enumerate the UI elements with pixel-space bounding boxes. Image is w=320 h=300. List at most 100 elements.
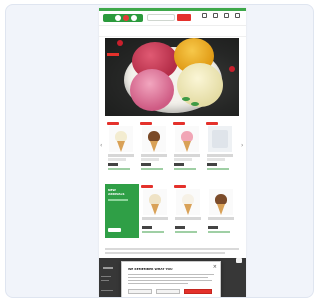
product-card[interactable] bbox=[140, 121, 168, 177]
product-image bbox=[208, 126, 232, 152]
search-button[interactable] bbox=[177, 14, 191, 21]
mint-leaf bbox=[182, 97, 190, 101]
promo-button[interactable] bbox=[108, 228, 121, 232]
product-title[interactable] bbox=[141, 154, 167, 157]
hero-banner[interactable] bbox=[105, 38, 239, 116]
product-title[interactable] bbox=[174, 154, 200, 157]
info-line bbox=[105, 248, 239, 250]
user-glyph bbox=[212, 13, 218, 18]
product-title[interactable] bbox=[207, 154, 233, 157]
close-icon[interactable]: × bbox=[213, 264, 217, 270]
product-image bbox=[143, 189, 167, 215]
footer-link[interactable] bbox=[101, 276, 111, 277]
promo-banner[interactable]: NEW ARRIVALS bbox=[105, 184, 139, 238]
cone-shape bbox=[117, 141, 125, 152]
modal-text-line bbox=[128, 283, 188, 284]
product-title-line bbox=[174, 158, 192, 161]
sale-badge bbox=[206, 122, 218, 125]
sale-badge bbox=[173, 122, 185, 125]
product-meta bbox=[142, 231, 164, 233]
footer-link[interactable] bbox=[101, 290, 113, 291]
cone-shape bbox=[184, 204, 192, 215]
cart-icon[interactable] bbox=[233, 13, 241, 22]
cone-shape bbox=[150, 141, 158, 152]
product-meta bbox=[174, 168, 196, 170]
cone-shape bbox=[151, 204, 159, 215]
product-title[interactable] bbox=[142, 217, 168, 220]
product-card[interactable] bbox=[107, 121, 135, 177]
info-line bbox=[105, 252, 225, 254]
modal-text-line bbox=[128, 274, 214, 275]
product-meta bbox=[207, 168, 229, 170]
cart-glyph bbox=[234, 13, 240, 18]
berry-decoration bbox=[229, 66, 235, 72]
product-title-line bbox=[207, 158, 225, 161]
product-carousel: ‹ › bbox=[99, 121, 246, 179]
product-price bbox=[141, 163, 151, 166]
product-price bbox=[207, 163, 217, 166]
browser-frame: ‹ › NEW ARRIVALS WE REMEMBER WHAT YOU × bbox=[5, 4, 314, 298]
mint-leaf bbox=[191, 102, 199, 106]
product-image bbox=[209, 189, 233, 215]
modal-primary-button[interactable] bbox=[184, 289, 212, 294]
logo-mark-1 bbox=[115, 15, 121, 21]
newsletter-modal: WE REMEMBER WHAT YOU × bbox=[121, 261, 221, 297]
modal-field[interactable] bbox=[128, 289, 152, 294]
cone-shape bbox=[217, 204, 225, 215]
heart-icon[interactable] bbox=[222, 13, 230, 22]
product-card[interactable] bbox=[141, 184, 169, 240]
info-text-block bbox=[105, 248, 239, 258]
location-glyph bbox=[201, 13, 207, 18]
logo-mark-3 bbox=[131, 15, 137, 21]
sale-badge bbox=[140, 122, 152, 125]
site-logo[interactable] bbox=[103, 14, 143, 22]
hero-tag bbox=[107, 53, 119, 56]
raspberry-scoop bbox=[130, 69, 174, 111]
modal-secondary-button[interactable] bbox=[156, 289, 180, 294]
web-page: ‹ › NEW ARRIVALS bbox=[99, 8, 246, 297]
sale-badge bbox=[107, 122, 119, 125]
product-price bbox=[175, 226, 185, 229]
search-input[interactable] bbox=[147, 14, 175, 21]
product-image bbox=[142, 126, 166, 152]
location-icon[interactable] bbox=[200, 13, 208, 22]
product-card[interactable] bbox=[173, 121, 201, 177]
product-price bbox=[142, 226, 152, 229]
sale-badge bbox=[174, 185, 186, 188]
product-card[interactable] bbox=[206, 121, 234, 177]
corner-close-button[interactable] bbox=[236, 258, 242, 263]
berry-decoration bbox=[117, 40, 123, 46]
new-arrivals-section: NEW ARRIVALS bbox=[99, 184, 246, 244]
product-title[interactable] bbox=[208, 217, 234, 220]
carousel-prev-icon[interactable]: ‹ bbox=[100, 143, 104, 149]
main-navigation bbox=[99, 26, 246, 37]
product-meta bbox=[108, 168, 130, 170]
product-meta bbox=[175, 231, 197, 233]
cone-shape bbox=[183, 141, 191, 152]
footer-link[interactable] bbox=[101, 280, 109, 281]
box-package bbox=[212, 130, 228, 148]
modal-text-line bbox=[128, 277, 208, 278]
modal-title: WE REMEMBER WHAT YOU bbox=[128, 267, 173, 271]
promo-subtext bbox=[108, 199, 128, 201]
user-icon[interactable] bbox=[211, 13, 219, 22]
product-card[interactable] bbox=[174, 184, 202, 240]
product-title[interactable] bbox=[108, 154, 134, 157]
product-title-line bbox=[108, 158, 126, 161]
product-card[interactable] bbox=[207, 184, 235, 240]
sale-badge bbox=[141, 185, 153, 188]
heart-glyph bbox=[223, 13, 229, 18]
product-title[interactable] bbox=[175, 217, 201, 220]
product-meta bbox=[208, 231, 230, 233]
product-title-line bbox=[141, 158, 159, 161]
site-header bbox=[99, 11, 246, 26]
product-meta bbox=[141, 168, 163, 170]
carousel-next-icon[interactable]: › bbox=[241, 143, 245, 149]
product-price bbox=[174, 163, 184, 166]
footer-heading bbox=[103, 267, 113, 269]
product-image bbox=[109, 126, 133, 152]
modal-text-line bbox=[128, 280, 212, 281]
product-image bbox=[176, 189, 200, 215]
product-price bbox=[108, 163, 118, 166]
promo-heading: NEW ARRIVALS bbox=[108, 188, 125, 196]
